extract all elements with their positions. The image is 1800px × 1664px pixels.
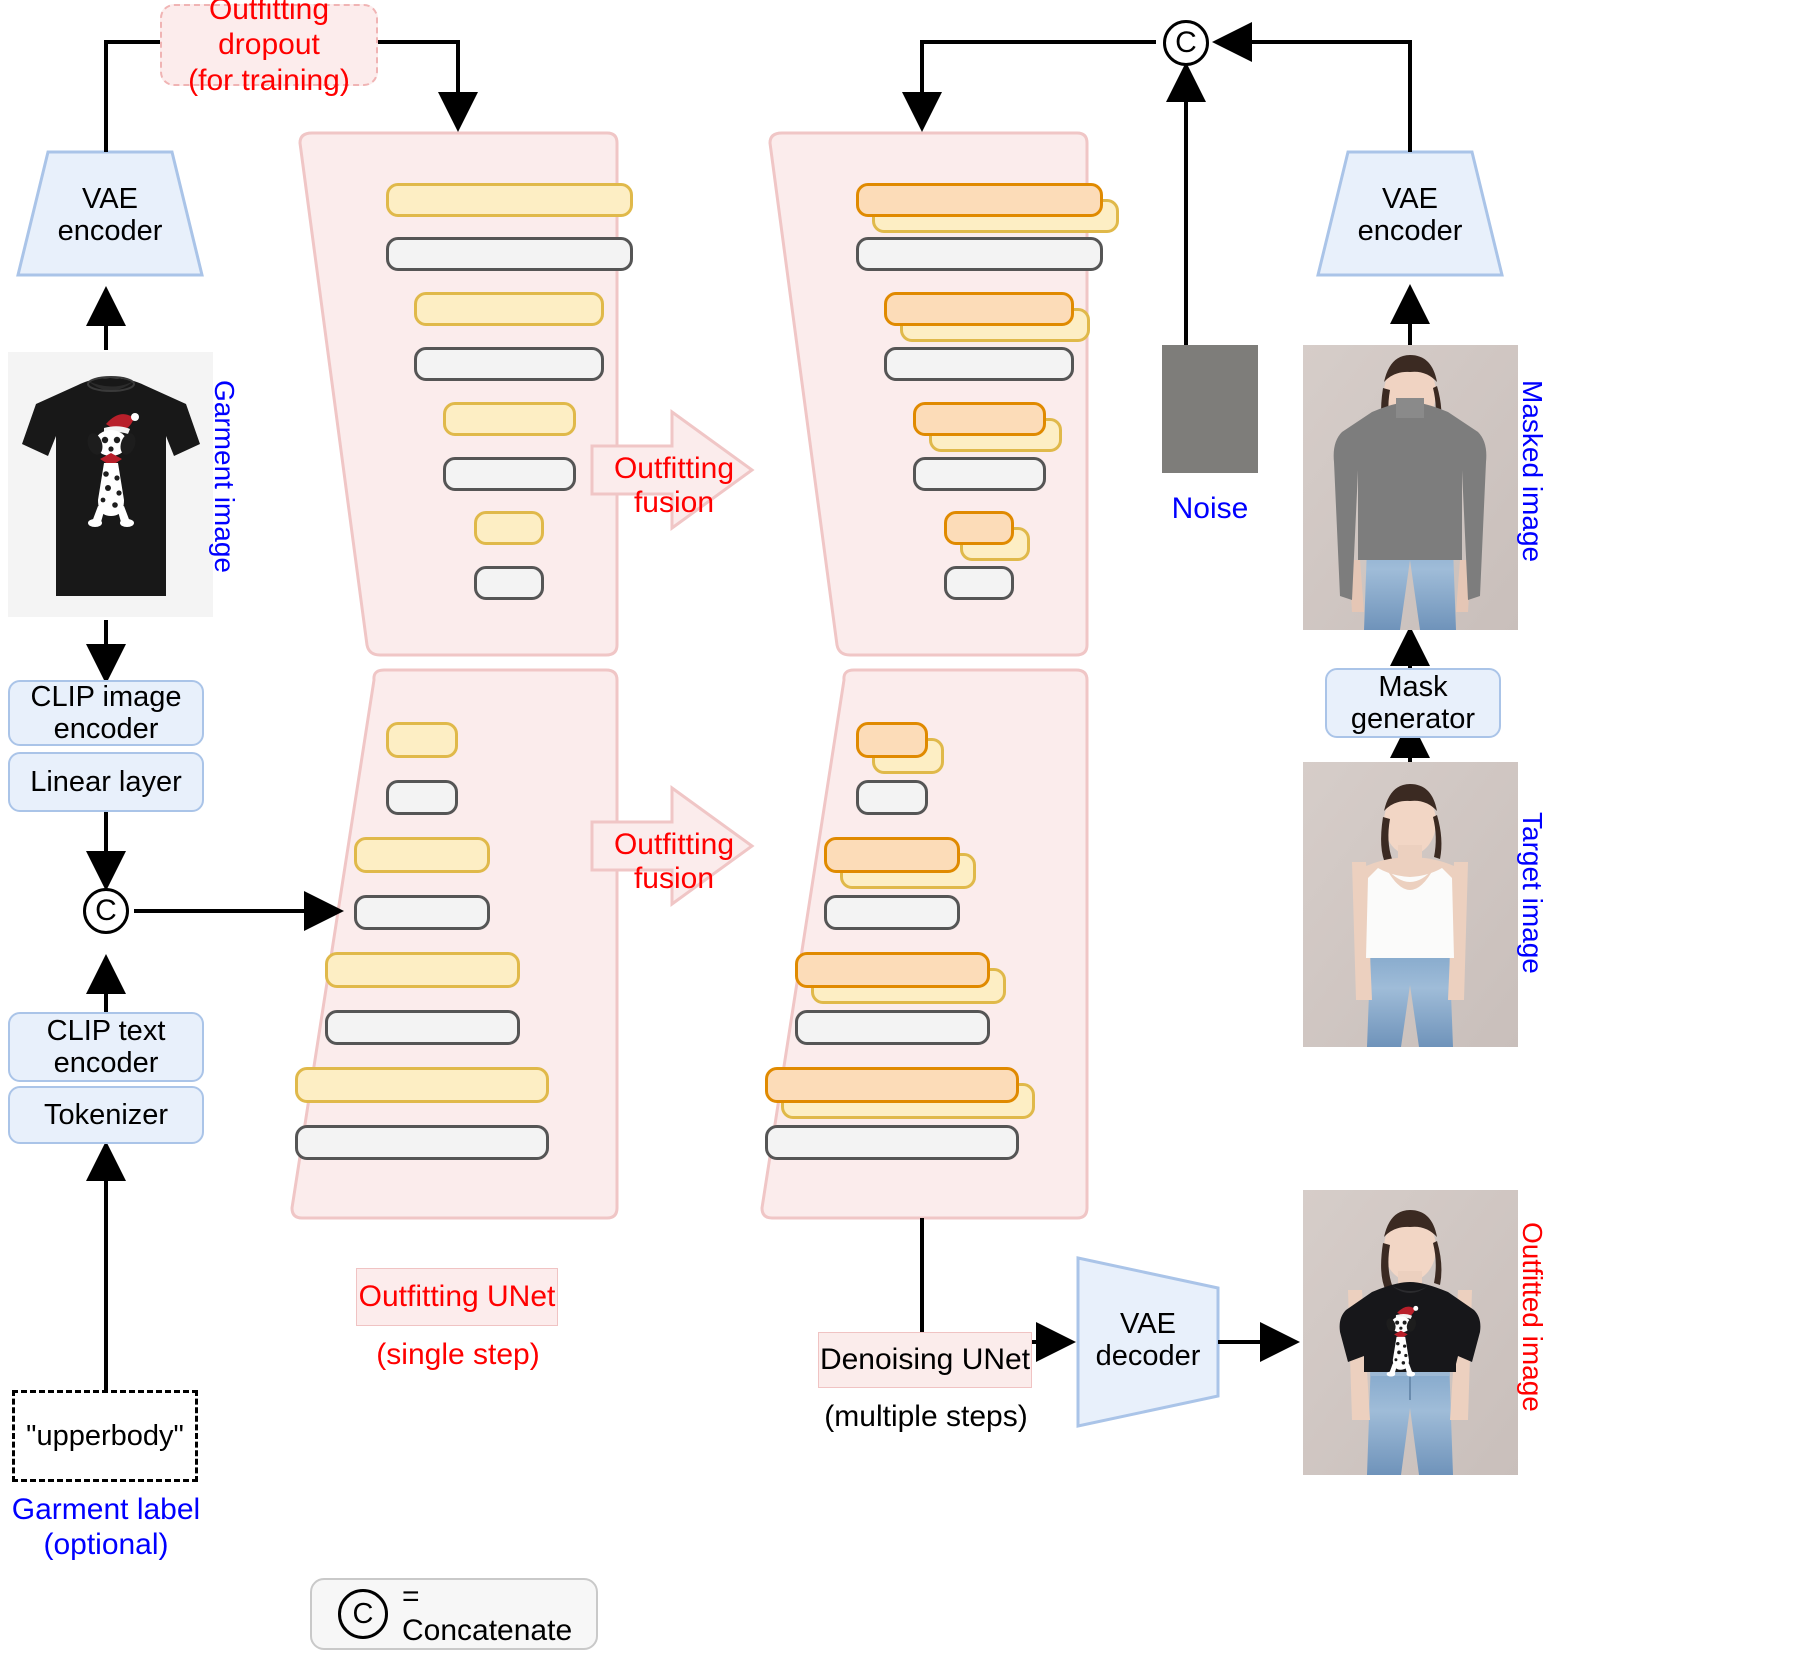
vae-encoder-right-line1: VAE — [1382, 182, 1438, 215]
unet-block-resnet — [765, 1124, 1019, 1161]
unet-block-fused-attention — [794, 952, 990, 988]
clip-image-encoder[interactable]: CLIP image encoder — [8, 680, 204, 746]
outfitting-fusion-label-bottom: Outfitting fusion — [613, 828, 735, 895]
unet-block-resnet — [794, 1009, 990, 1046]
linear-layer[interactable]: Linear layer — [8, 752, 204, 812]
mask-generator[interactable]: Mask generator — [1325, 668, 1501, 738]
garment-label-caption: Garment label (optional) — [0, 1492, 212, 1563]
unet-block-resnet — [442, 456, 576, 491]
outfitting-unet-encoder — [300, 133, 633, 655]
legend-text: = Concatenate — [402, 1580, 573, 1647]
vae-encoder-right-line2: encoder — [1357, 215, 1463, 247]
outfitting-dropout-line2: (for training) — [188, 63, 350, 97]
target-image — [1303, 762, 1518, 1047]
vae-encoder-left-line2: encoder — [57, 215, 163, 247]
mask-generator-line1: Mask — [1378, 670, 1448, 703]
noise-label: Noise — [1171, 492, 1249, 525]
unet-block-fused-attention — [944, 511, 1015, 546]
clip-image-encoder-line1: CLIP image — [30, 680, 182, 713]
concat-node-left[interactable]: C — [83, 888, 129, 934]
outfitting-fusion-label-top: Outfitting fusion — [613, 452, 735, 519]
unet-block-resnet — [944, 566, 1015, 601]
unet-block-attention — [442, 401, 576, 436]
unet-block-resnet — [386, 779, 458, 816]
garment-label-caption-line1: Garment label — [11, 1493, 201, 1526]
clip-text-encoder-line2: encoder — [53, 1047, 159, 1079]
outfitting-dropout-tag: Outfitting dropout (for training) — [160, 0, 378, 97]
unet-block-attention — [324, 952, 520, 988]
unet-block-attention — [474, 511, 545, 546]
unet-block-resnet — [855, 237, 1103, 272]
unet-block-fused-attention — [912, 401, 1046, 436]
unet-block-attention — [385, 182, 633, 217]
unet-block-resnet — [414, 346, 605, 381]
outfitting-unet-sub: (single step) — [376, 1338, 540, 1371]
unet-block-fused-attention — [855, 182, 1103, 217]
unet-block-resnet — [295, 1124, 549, 1161]
vae-encoder-left-line1: VAE — [82, 182, 138, 215]
garment-label-value[interactable]: "upperbody" — [12, 1390, 198, 1482]
unet-block-fused-attention — [823, 837, 961, 873]
masked-image — [1303, 345, 1518, 630]
vae-decoder-line1: VAE — [1120, 1307, 1176, 1340]
unet-block-attention — [386, 722, 458, 758]
unet-block-attention — [353, 837, 491, 873]
denoising-unet-tag: Denoising UNet — [818, 1332, 1032, 1388]
tokenizer[interactable]: Tokenizer — [8, 1086, 204, 1144]
unet-block-attention — [414, 292, 605, 327]
clip-image-encoder-line2: encoder — [53, 713, 159, 745]
garment-image-label: Garment image — [209, 380, 240, 573]
outfitting-unet-tag: Outfitting UNet — [356, 1268, 558, 1326]
vae-encoder-right-label: VAE encoder — [1318, 160, 1502, 270]
concat-icon: C — [338, 1589, 388, 1639]
unet-block-resnet — [474, 566, 545, 601]
clip-text-encoder-line1: CLIP text — [46, 1014, 166, 1047]
unet-block-resnet — [353, 894, 491, 931]
vae-decoder-line2: decoder — [1095, 1340, 1201, 1372]
concat-node-right[interactable]: C — [1163, 20, 1209, 66]
unet-block-attention — [295, 1067, 549, 1103]
outfitted-image-label: Outfitted image — [1517, 1222, 1548, 1412]
unet-block-resnet — [856, 779, 928, 816]
legend-concatenate: C = Concatenate — [310, 1578, 598, 1650]
masked-image-label: Masked image — [1517, 380, 1548, 563]
clip-text-encoder[interactable]: CLIP text encoder — [8, 1012, 204, 1082]
unet-block-fused-attention — [856, 722, 928, 758]
outfitted-image — [1303, 1190, 1518, 1475]
unet-block-resnet — [912, 456, 1046, 491]
unet-block-resnet — [884, 346, 1075, 381]
unet-block-fused-attention — [884, 292, 1075, 327]
outfitting-unet-decoder — [292, 670, 617, 1218]
denoising-unet-sub: (multiple steps) — [824, 1400, 1028, 1433]
vae-encoder-left-label: VAE encoder — [18, 160, 202, 270]
denoising-unet-encoder — [770, 133, 1119, 655]
unet-block-resnet — [324, 1009, 520, 1046]
mask-generator-line2: generator — [1350, 703, 1476, 735]
unet-block-resnet — [385, 237, 633, 272]
outfitting-dropout-line1: Outfitting dropout — [208, 0, 330, 62]
vae-decoder-label: VAE decoder — [1082, 1290, 1214, 1390]
target-image-label: Target image — [1517, 812, 1548, 974]
garment-image — [8, 352, 213, 617]
garment-label-caption-line2: (optional) — [43, 1528, 169, 1562]
unet-block-resnet — [823, 894, 961, 931]
denoising-unet-decoder — [762, 670, 1087, 1218]
noise-image — [1162, 345, 1258, 473]
unet-block-fused-attention — [765, 1067, 1019, 1103]
